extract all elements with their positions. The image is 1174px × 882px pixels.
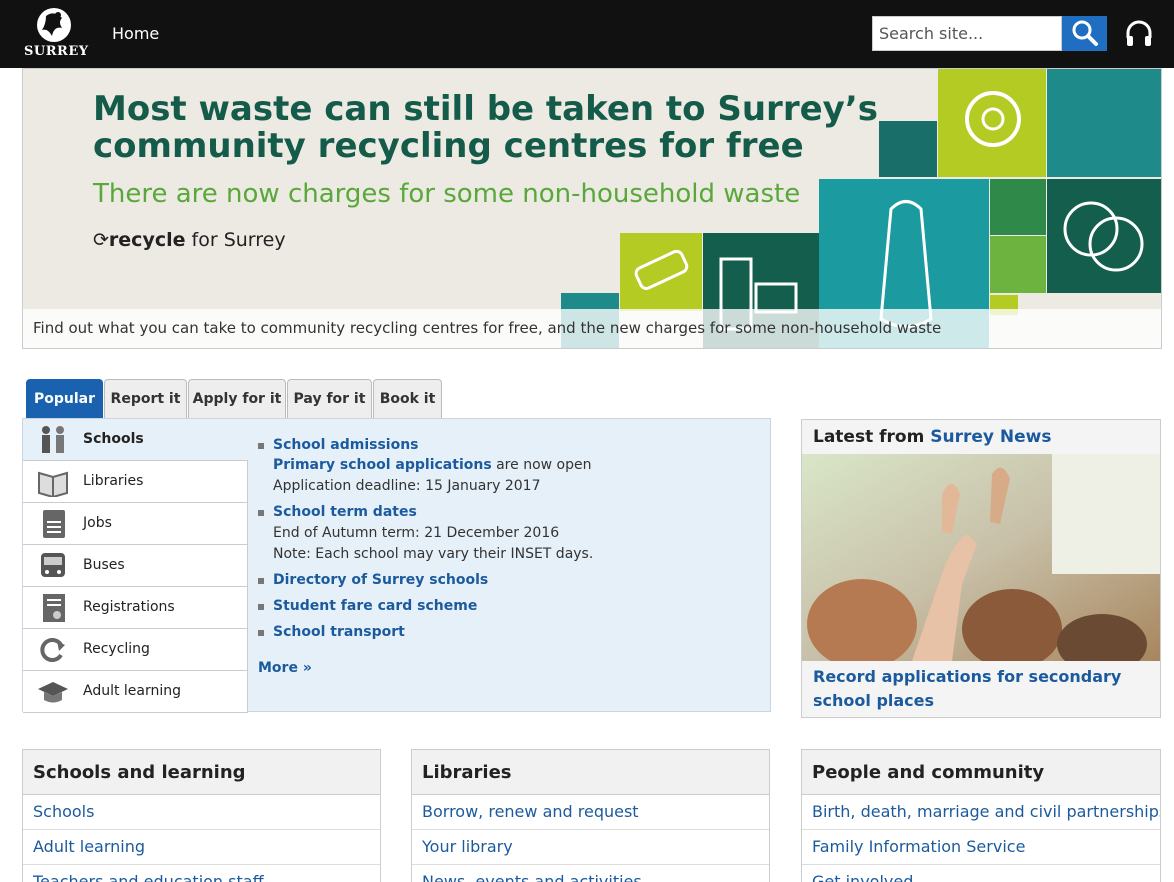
category-jobs[interactable]: Jobs <box>23 503 248 545</box>
top-bar: SURREY Home <box>0 0 1174 68</box>
category-libraries[interactable]: Libraries <box>23 461 248 503</box>
recycle-logo-rest: for Surrey <box>185 229 286 251</box>
bullet <box>258 604 264 610</box>
category-recycling[interactable]: Recycling <box>23 629 248 671</box>
news-title: Latest from Surrey News <box>813 427 1051 447</box>
recycle-icon: ⟳ <box>93 229 109 251</box>
primary-applications-line: Primary school applications are now open <box>273 457 591 473</box>
category-schools[interactable]: Schools <box>23 419 248 461</box>
classroom-photo[interactable] <box>802 454 1160 661</box>
box-schools-and-learning: Schools and learning Schools Adult learn… <box>22 749 381 882</box>
mortarboard-icon <box>38 682 68 703</box>
headphones-icon <box>1126 20 1152 46</box>
oak-leaf-logo-icon <box>37 8 71 42</box>
school-transport-link[interactable]: School transport <box>273 624 405 640</box>
category-label: Jobs <box>83 515 112 531</box>
category-label: Registrations <box>83 599 175 615</box>
category-label: Buses <box>83 557 125 573</box>
news-title-prefix: Latest from <box>813 427 931 447</box>
category-adult-learning[interactable]: Adult learning <box>23 671 248 713</box>
school-term-dates-link[interactable]: School term dates <box>273 504 417 520</box>
box-link[interactable]: Family Information Service <box>802 830 1160 865</box>
inset-days-note: Note: Each school may vary their INSET d… <box>273 546 594 562</box>
bullet <box>258 630 264 636</box>
people-icon <box>42 426 64 453</box>
recycle-for-surrey-logo: ⟳recycle for Surrey <box>93 229 286 251</box>
surrey-logo[interactable]: SURREY <box>24 6 89 62</box>
box-people-and-community: People and community Birth, death, marri… <box>801 749 1161 882</box>
box-link[interactable]: News, events and activities <box>412 865 769 882</box>
latest-news: Latest from Surrey News Record applicati… <box>801 419 1161 718</box>
primary-applications-link[interactable]: Primary school applications <box>273 457 492 473</box>
cv-icon <box>43 510 65 538</box>
bullet <box>258 443 264 449</box>
book-icon <box>38 471 68 497</box>
primary-applications-suffix: are now open <box>491 457 592 473</box>
box-libraries: Libraries Borrow, renew and request Your… <box>411 749 770 882</box>
recycling-banner[interactable]: Most waste can still be taken to Surrey’… <box>22 68 1162 349</box>
tab-pay-for-it[interactable]: Pay for it <box>287 379 372 419</box>
category-list: Schools Libraries Jobs Buses Registratio… <box>23 419 248 713</box>
bullet <box>258 578 264 584</box>
category-registrations[interactable]: Registrations <box>23 587 248 629</box>
box-link[interactable]: Borrow, renew and request <box>412 795 769 830</box>
box-link[interactable]: Your library <box>412 830 769 865</box>
surrey-news-link[interactable]: Surrey News <box>930 427 1051 447</box>
nav-home-link[interactable]: Home <box>112 24 159 43</box>
popular-tab-panel: Schools Libraries Jobs Buses Registratio… <box>22 418 771 713</box>
application-deadline: Application deadline: 15 January 2017 <box>273 478 541 494</box>
category-label: Recycling <box>83 641 150 657</box>
recycle-icon <box>40 638 65 662</box>
tab-apply-for-it[interactable]: Apply for it <box>188 379 286 419</box>
search-button[interactable] <box>1062 16 1107 51</box>
box-title: Libraries <box>412 750 769 795</box>
listen-button[interactable] <box>1123 18 1155 50</box>
box-link[interactable]: Birth, death, marriage and civil partner… <box>802 795 1160 830</box>
fare-card-link[interactable]: Student fare card scheme <box>273 598 477 614</box>
certificate-icon <box>43 594 65 622</box>
box-link[interactable]: Adult learning <box>23 830 380 865</box>
box-link[interactable]: Get involved <box>802 865 1160 882</box>
banner-illustration <box>561 69 1161 348</box>
search-input[interactable] <box>872 16 1062 51</box>
box-title: Schools and learning <box>23 750 380 795</box>
search-icon <box>1072 20 1098 46</box>
box-title: People and community <box>802 750 1160 795</box>
category-buses[interactable]: Buses <box>23 545 248 587</box>
tab-book-it[interactable]: Book it <box>373 379 442 419</box>
tab-report-it[interactable]: Report it <box>104 379 187 419</box>
news-caption-link[interactable]: Record applications for secondary school… <box>802 661 1160 717</box>
end-autumn-term: End of Autumn term: 21 December 2016 <box>273 525 560 541</box>
category-label: Adult learning <box>83 683 182 699</box>
more-link[interactable]: More » <box>258 660 312 676</box>
box-link[interactable]: Teachers and education staff <box>23 865 380 882</box>
school-admissions-link[interactable]: School admissions <box>273 437 419 453</box>
banner-caption[interactable]: Find out what you can take to community … <box>23 309 1161 348</box>
recycle-logo-bold: recycle <box>108 229 186 251</box>
category-label: Schools <box>83 431 144 447</box>
bullet <box>258 510 264 516</box>
directory-link[interactable]: Directory of Surrey schools <box>273 572 488 588</box>
category-label: Libraries <box>83 473 144 489</box>
tab-popular[interactable]: Popular <box>26 379 103 419</box>
box-link[interactable]: Schools <box>23 795 380 830</box>
bus-icon <box>41 553 65 577</box>
logo-text: SURREY <box>24 44 89 59</box>
